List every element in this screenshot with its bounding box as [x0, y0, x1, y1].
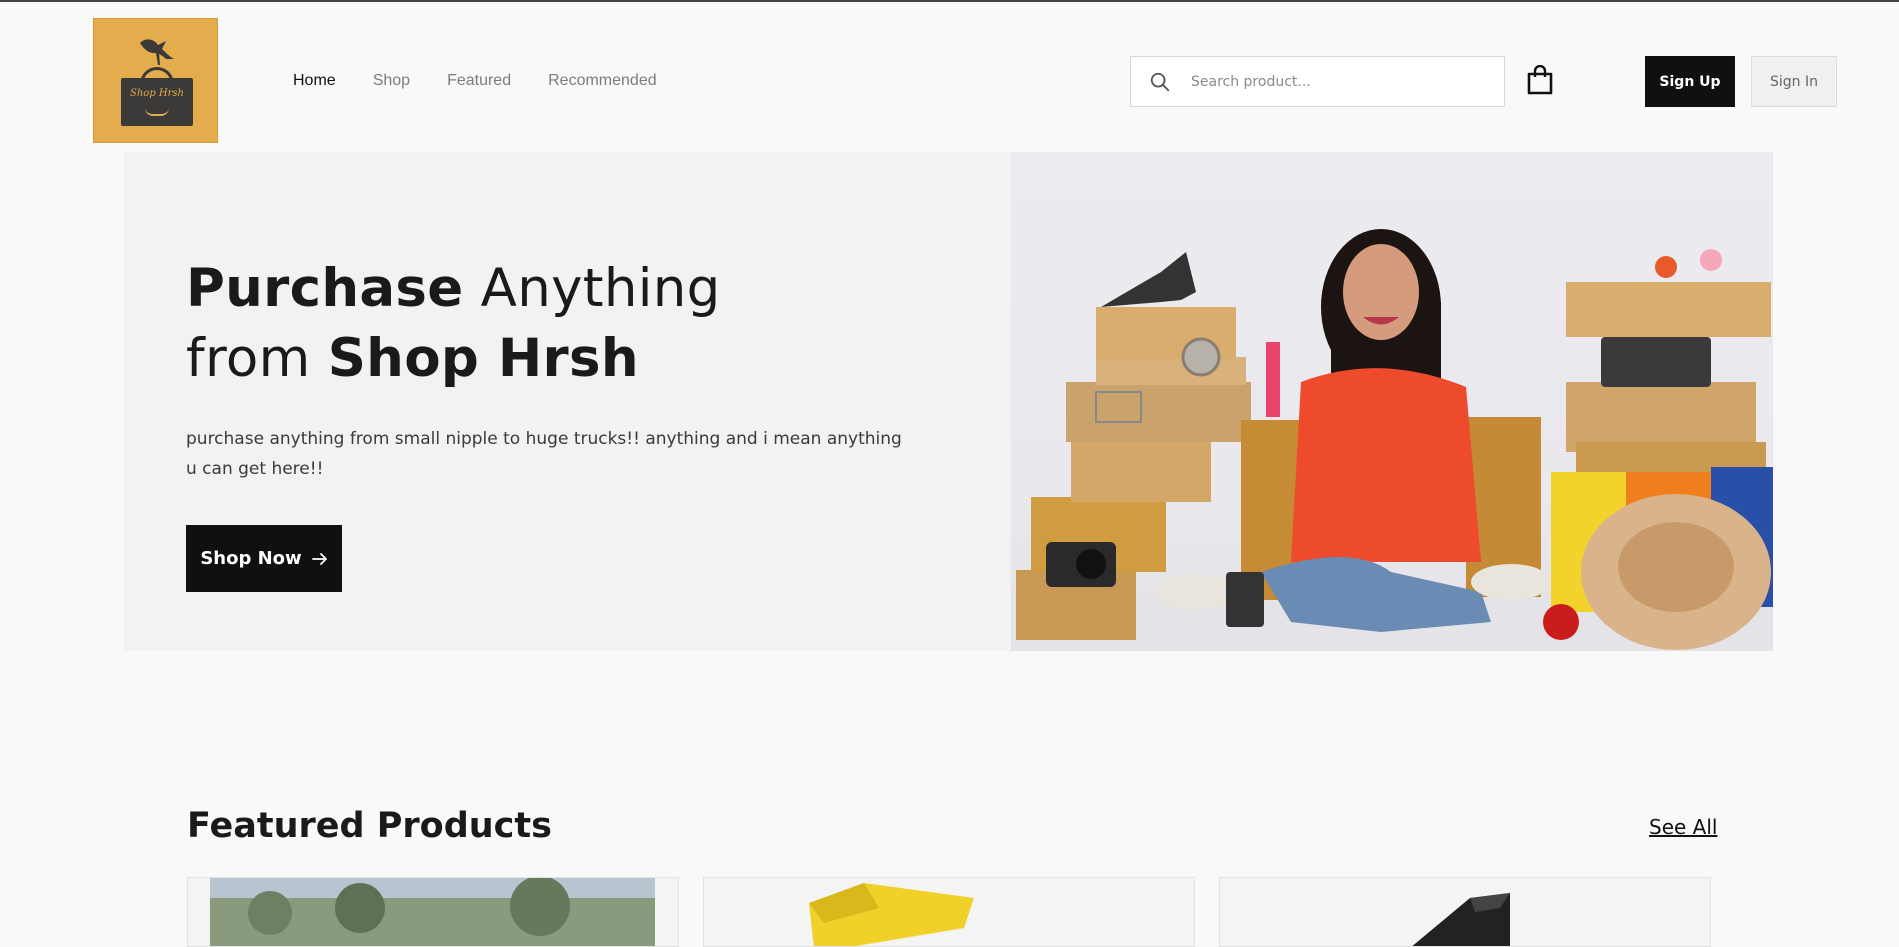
nav-item-home[interactable]: Home: [293, 72, 336, 90]
search-box: [1130, 56, 1505, 107]
shop-now-label: Shop Now: [200, 548, 302, 569]
hero-title-light-2: from: [186, 328, 328, 389]
sign-in-button[interactable]: Sign In: [1751, 56, 1837, 107]
shopping-bag-logo: Shop Hrsh: [121, 78, 193, 126]
product-card[interactable]: [1219, 877, 1711, 947]
product-thumbnail: [210, 878, 655, 946]
arrow-right-icon: [311, 552, 327, 565]
see-all-link[interactable]: See All: [1649, 815, 1717, 839]
hero-banner: Purchase Anything from Shop Hrsh purchas…: [124, 152, 1773, 651]
product-thumbnail: [809, 883, 974, 946]
hero-image: [1011, 152, 1773, 651]
sign-up-button[interactable]: Sign Up: [1645, 56, 1735, 107]
hero-title-light-1: Anything: [463, 258, 721, 319]
main-nav: Home Shop Featured Recommended: [293, 72, 694, 90]
hero-title-bold-2: Shop Hrsh: [327, 328, 639, 389]
nav-item-featured[interactable]: Featured: [447, 72, 511, 90]
shopping-bag-icon[interactable]: [1526, 65, 1554, 95]
nav-item-recommended[interactable]: Recommended: [548, 72, 657, 90]
hero-description: purchase anything from small nipple to h…: [186, 429, 902, 479]
logo-text: Shop Hrsh: [130, 88, 184, 99]
search-input[interactable]: [1191, 57, 1491, 106]
logo-smile: [145, 108, 169, 116]
brand-logo[interactable]: Shop Hrsh: [93, 18, 218, 143]
product-card[interactable]: [703, 877, 1195, 947]
product-card[interactable]: [187, 877, 679, 947]
bird-icon: [140, 39, 174, 65]
product-thumbnail: [1412, 893, 1510, 946]
site-header: Shop Hrsh Home Shop Featured Recommended…: [0, 2, 1899, 152]
woman-with-boxes-illustration: [1011, 229, 1773, 651]
shop-now-button[interactable]: Shop Now: [186, 525, 342, 592]
search-icon: [1150, 72, 1170, 92]
nav-item-shop[interactable]: Shop: [373, 72, 410, 90]
hero-title-bold-1: Purchase: [186, 258, 464, 319]
hero-title: Purchase Anything from Shop Hrsh: [186, 254, 886, 394]
featured-products-title: Featured Products: [187, 806, 552, 846]
